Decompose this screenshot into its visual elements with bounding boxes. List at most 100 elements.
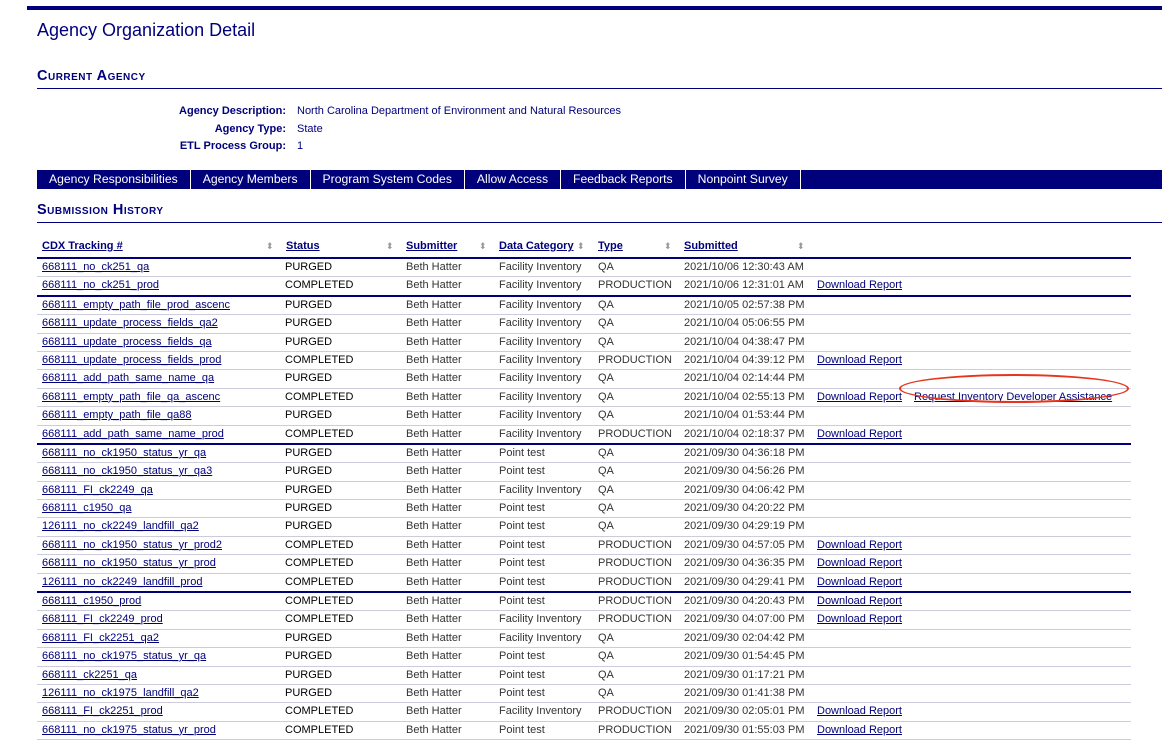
category-cell: Facility Inventory (499, 483, 582, 496)
sort-icon[interactable]: ⬍ (386, 237, 394, 255)
download-report-link[interactable]: Download Report (817, 277, 902, 294)
submitted-cell: 2021/10/05 02:57:38 PM (684, 298, 805, 311)
type-cell: PRODUCTION (598, 613, 672, 626)
nav-program-system-codes[interactable]: Program System Codes (311, 170, 465, 189)
status-cell: PURGED (285, 372, 333, 385)
submitter-cell: Beth Hatter (406, 409, 462, 422)
nav-agency-members[interactable]: Agency Members (191, 170, 311, 189)
table-row: 668111_no_ck1950_status_yr_qa PURGED Beth … (37, 445, 1131, 464)
table-row: 668111_FI_ck2251_prod COMPLETED Beth Hatte… (37, 703, 1131, 722)
sort-icon[interactable]: ⬍ (479, 237, 487, 255)
type-cell: PRODUCTION (598, 575, 672, 588)
download-report-link[interactable]: Download Report (817, 537, 902, 554)
category-cell: Point test (499, 575, 545, 588)
nav-nonpoint-survey[interactable]: Nonpoint Survey (686, 170, 801, 189)
table-row: 126111_no_ck2249_landfill_qa2 PURGED Beth … (37, 518, 1131, 537)
download-report-link[interactable]: Download Report (817, 593, 902, 610)
tracking-link[interactable]: 668111_update_process_fields_qa2 (42, 315, 218, 332)
tracking-link[interactable]: 668111_no_ck1950_status_yr_qa (42, 445, 206, 462)
sort-icon[interactable]: ⬍ (577, 237, 585, 255)
sort-icon[interactable]: ⬍ (664, 237, 672, 255)
download-report-link[interactable]: Download Report (817, 574, 902, 591)
col-submitter[interactable]: Submitter (406, 237, 457, 255)
col-data-category[interactable]: Data Category (499, 237, 574, 255)
tracking-link[interactable]: 668111_empty_path_file_prod_ascenc (42, 297, 230, 314)
tracking-link[interactable]: 668111_no_ck1950_status_yr_qa3 (42, 463, 212, 480)
tracking-link[interactable]: 668111_no_ck1950_status_yr_prod (42, 555, 216, 572)
tracking-link[interactable]: 126111_no_ck2249_landfill_prod (42, 574, 202, 591)
category-cell: Point test (499, 668, 545, 681)
submission-history-table: CDX Tracking # ⬍ Status ⬍ Submitter ⬍ Da… (37, 237, 1131, 740)
tracking-link[interactable]: 668111_no_ck1975_status_yr_prod (42, 722, 216, 739)
tracking-link[interactable]: 668111_empty_path_file_qa_ascenc (42, 389, 220, 406)
download-report-link[interactable]: Download Report (817, 426, 902, 443)
type-cell: QA (598, 335, 614, 348)
table-row: 668111_no_ck251_qa PURGED Beth Hatter Facil… (37, 259, 1131, 278)
submitter-cell: Beth Hatter (406, 538, 462, 551)
table-row: 668111_ck2251_qa PURGED Beth Hatter Point t… (37, 667, 1131, 685)
status-cell: PURGED (285, 650, 333, 663)
tracking-link[interactable]: 668111_no_ck251_prod (42, 277, 159, 294)
tracking-link[interactable]: 668111_no_ck251_qa (42, 259, 149, 276)
nav-agency-responsibilities[interactable]: Agency Responsibilities (37, 170, 191, 189)
table-row: 668111_no_ck251_prod COMPLETED Beth Hatter… (37, 277, 1131, 297)
tracking-link[interactable]: 668111_update_process_fields_qa (42, 334, 212, 351)
tracking-link[interactable]: 668111_update_process_fields_prod (42, 352, 221, 369)
submitted-cell: 2021/10/04 02:55:13 PM (684, 390, 805, 403)
type-cell: QA (598, 261, 614, 273)
etl-group-label: ETL Process Group: (179, 140, 286, 152)
submitter-cell: Beth Hatter (406, 631, 462, 644)
submitted-cell: 2021/09/30 04:06:42 PM (684, 483, 805, 496)
status-cell: PURGED (285, 502, 333, 515)
download-report-link[interactable]: Download Report (817, 389, 902, 406)
tracking-link[interactable]: 126111_no_ck1975_landfill_qa2 (42, 685, 199, 702)
category-cell: Point test (499, 446, 545, 459)
tracking-link[interactable]: 668111_no_ck1950_status_yr_prod2 (42, 537, 222, 554)
download-report-link[interactable]: Download Report (817, 352, 902, 369)
tracking-link[interactable]: 668111_FI_ck2249_prod (42, 611, 163, 628)
submitter-cell: Beth Hatter (406, 261, 462, 273)
nav-feedback-reports[interactable]: Feedback Reports (561, 170, 686, 189)
category-cell: Point test (499, 595, 545, 608)
agency-description-label: Agency Description: (179, 105, 286, 117)
submitted-cell: 2021/09/30 04:36:18 PM (684, 446, 805, 459)
category-cell: Facility Inventory (499, 335, 582, 348)
tracking-link[interactable]: 668111_c1950_prod (42, 593, 141, 610)
submitted-cell: 2021/09/30 01:54:45 PM (684, 650, 805, 663)
submitter-cell: Beth Hatter (406, 613, 462, 626)
type-cell: PRODUCTION (598, 538, 672, 551)
sort-icon[interactable]: ⬍ (266, 237, 274, 255)
table-row: 668111_no_ck1950_status_yr_prod2 COMPLETE… (37, 537, 1131, 556)
download-report-link[interactable]: Download Report (817, 611, 902, 628)
category-cell: Facility Inventory (499, 317, 582, 330)
download-report-link[interactable]: Download Report (817, 555, 902, 572)
col-submitted[interactable]: Submitted (684, 237, 738, 255)
nav-allow-access[interactable]: Allow Access (465, 170, 562, 189)
section-divider (37, 88, 1162, 89)
agency-type-value: State (297, 122, 323, 135)
col-status[interactable]: Status (286, 237, 320, 255)
agency-type-row: Agency Type: State (37, 121, 621, 139)
tracking-link[interactable]: 668111_add_path_same_name_qa (42, 370, 214, 387)
tracking-link[interactable]: 668111_c1950_qa (42, 500, 132, 517)
col-cdx-tracking[interactable]: CDX Tracking # (42, 237, 123, 255)
tracking-link[interactable]: 668111_ck2251_qa (42, 667, 137, 684)
download-report-link[interactable]: Download Report (817, 722, 902, 739)
table-row: 668111_update_process_fields_qa2 PURGED Be… (37, 315, 1131, 334)
tracking-link[interactable]: 668111_empty_path_file_qa88 (42, 407, 191, 424)
status-cell: COMPLETED (285, 575, 354, 588)
submitted-cell: 2021/10/04 02:18:37 PM (684, 427, 805, 440)
tracking-link[interactable]: 668111_add_path_same_name_prod (42, 426, 224, 443)
request-assistance-link[interactable]: Request Inventory Developer Assistance (914, 389, 1112, 406)
tracking-link[interactable]: 668111_no_ck1975_status_yr_qa (42, 648, 206, 665)
tracking-link[interactable]: 668111_FI_ck2249_qa (42, 482, 153, 499)
tracking-link[interactable]: 668111_FI_ck2251_qa2 (42, 630, 159, 647)
sort-icon[interactable]: ⬍ (797, 237, 805, 255)
status-cell: PURGED (285, 409, 333, 422)
tracking-link[interactable]: 126111_no_ck2249_landfill_qa2 (42, 518, 199, 535)
category-cell: Point test (499, 502, 545, 515)
category-cell: Facility Inventory (499, 390, 582, 403)
type-cell: PRODUCTION (598, 595, 672, 608)
col-type[interactable]: Type (598, 237, 623, 255)
page-title: Agency Organization Detail (37, 20, 256, 40)
